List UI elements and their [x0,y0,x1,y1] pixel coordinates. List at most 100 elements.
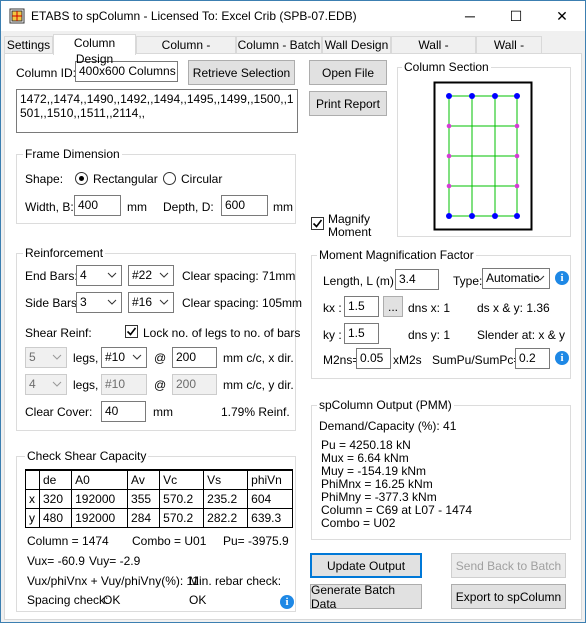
end-bars-size-select[interactable]: #22 [128,265,174,286]
spacing-check-label: Spacing check: [27,593,109,607]
shear-header-cell: de [38,469,73,490]
legs-y-size-field: #10 [101,374,147,395]
spacing-x-input[interactable]: 200 [172,347,217,368]
table-cell: 192000 [71,488,129,509]
chevron-down-icon [107,272,117,278]
sumpu-input[interactable]: 0.2 [515,348,550,369]
maximize-button[interactable]: ☐ [493,1,539,31]
output-pu: Pu = 4250.18 kN [321,438,411,452]
chevron-down-icon [159,299,169,305]
m2ns-suffix: xM2s [393,353,422,367]
dns-x: dns x: 1 [408,301,451,315]
table-cell: 570.2 [159,507,205,528]
type-select[interactable]: Automatic [482,268,550,289]
shear-pu: Pu= -3975.9 [223,534,289,548]
close-button[interactable]: ✕ [539,1,585,31]
table-cell: x [25,488,40,509]
output-phimny: PhiMny = -377.3 kNm [321,490,437,504]
side-bars-count-select[interactable]: 3 [76,292,122,313]
magnify-label-2: Moment [328,225,372,239]
side-clear-spacing: Clear spacing: 105mm [182,296,303,310]
table-cell: 639.3 [247,507,293,528]
shear-header-cell: Vs [203,469,249,490]
chevron-down-icon [107,299,117,305]
export-to-spcolumn-button[interactable]: Export to spColumn [451,584,566,609]
kx-browse-button[interactable]: ... [383,296,403,317]
rectangular-label: Rectangular [93,172,158,186]
width-input[interactable]: 400 [74,195,121,216]
min-rebar-check: Min. rebar check: [189,574,282,588]
tab-wall-design[interactable]: Wall Design [322,36,391,54]
output-column: Column = C69 at L07 - 1474 [321,503,473,517]
legs-x-size-select[interactable]: #10 [101,347,147,368]
clear-cover-input[interactable]: 40 [101,401,146,422]
legs-y-count-select[interactable]: 4 [25,374,67,395]
table-cell: 320 [38,488,73,509]
magnify-moment-checkbox[interactable] [311,217,324,230]
tab-column-design[interactable]: Column Design [53,34,136,66]
column-id-label: Column ID: [16,66,77,80]
selection-list-textarea[interactable]: 1472,,1474,,1490,,1492,,1494,,1495,,1499… [16,89,298,133]
table-cell: 355 [127,488,161,509]
ky-label: ky : [323,328,342,342]
shear-capacity-title: Check Shear Capacity [25,449,149,463]
end-clear-spacing: Clear spacing: 71mm [182,269,296,283]
lock-legs-checkbox[interactable] [125,325,138,338]
circular-label: Circular [181,172,223,186]
rectangular-radio[interactable] [75,172,88,185]
shear-vux: Vux= -60.9 [27,554,85,568]
window-title: ETABS to spColumn - Licensed To: Excel C… [31,9,357,23]
shear-header-row: de A0 Av Vc Vs phiVn [25,469,293,490]
spcolumn-output-title: spColumn Output (PMM) [317,398,454,412]
legs-x-label: legs, [73,351,99,365]
tab-settings[interactable]: Settings [4,36,53,54]
ky-input[interactable]: 1.5 [344,323,379,344]
tab-wall-batch[interactable]: Wall - Batch [476,36,542,68]
shear-header-cell: Vc [159,469,205,490]
circular-radio[interactable] [163,172,176,185]
minimize-button[interactable]: ─ [447,1,493,31]
clear-cover-unit: mm [153,405,173,419]
dns-y: dns y: 1 [408,328,451,342]
at-symbol-x: @ [154,351,167,365]
end-bars-count-select[interactable]: 4 [76,265,122,286]
reinforcement-title: Reinforcement [23,246,106,260]
tab-wall-summary[interactable]: Wall - Summary [391,36,476,68]
shear-reinf-label: Shear Reinf: [25,326,92,340]
shear-ratio: Vux/phiVnx + Vuy/phiVny(%): 11 [27,574,199,588]
send-back-to-batch-button[interactable]: Send Back to Batch [451,553,566,578]
chevron-down-icon [52,381,62,387]
slender-at: Slender at: x & y [477,328,566,342]
generate-batch-data-button[interactable]: Generate Batch Data [310,583,422,611]
output-mux: Mux = 6.64 kNm [321,451,409,465]
update-output-button[interactable]: Update Output [310,553,422,578]
at-symbol-y: @ [154,378,167,392]
spacing-check-value: OK [103,593,121,607]
kx-input[interactable]: 1.5 [344,296,379,317]
open-file-button[interactable]: Open File [309,60,387,85]
width-unit: mm [127,200,147,214]
m2ns-input[interactable]: 0.05 [356,348,391,369]
length-input[interactable]: 3.4 [395,269,439,290]
spacing-y-field: 200 [172,374,217,395]
depth-input[interactable]: 600 [221,195,268,216]
type-label: Type: [453,274,483,288]
lock-legs-label: Lock no. of legs to no. of bars [143,326,301,340]
check-icon [126,327,137,336]
side-bars-label: Side Bars: [25,296,81,310]
sumpu-info-icon[interactable]: i [555,351,569,365]
legs-y-label: legs, [73,378,99,392]
min-rebar-value: OK [189,593,207,607]
table-cell: 282.2 [203,507,249,528]
print-report-button[interactable]: Print Report [309,91,387,116]
depth-label: Depth, D: [163,200,214,214]
type-info-icon[interactable]: i [555,271,569,285]
side-bars-size-select[interactable]: #16 [128,292,174,313]
output-muy: Muy = -154.19 kNm [321,464,427,478]
retrieve-selection-button[interactable]: Retrieve Selection [188,60,295,85]
tab-column-summary[interactable]: Column - Summary [136,36,236,68]
tab-column-batch[interactable]: Column - Batch [236,36,322,54]
legs-x-count-select[interactable]: 5 [25,347,67,368]
table-cell: 604 [247,488,293,509]
shear-info-icon[interactable]: i [280,595,294,609]
